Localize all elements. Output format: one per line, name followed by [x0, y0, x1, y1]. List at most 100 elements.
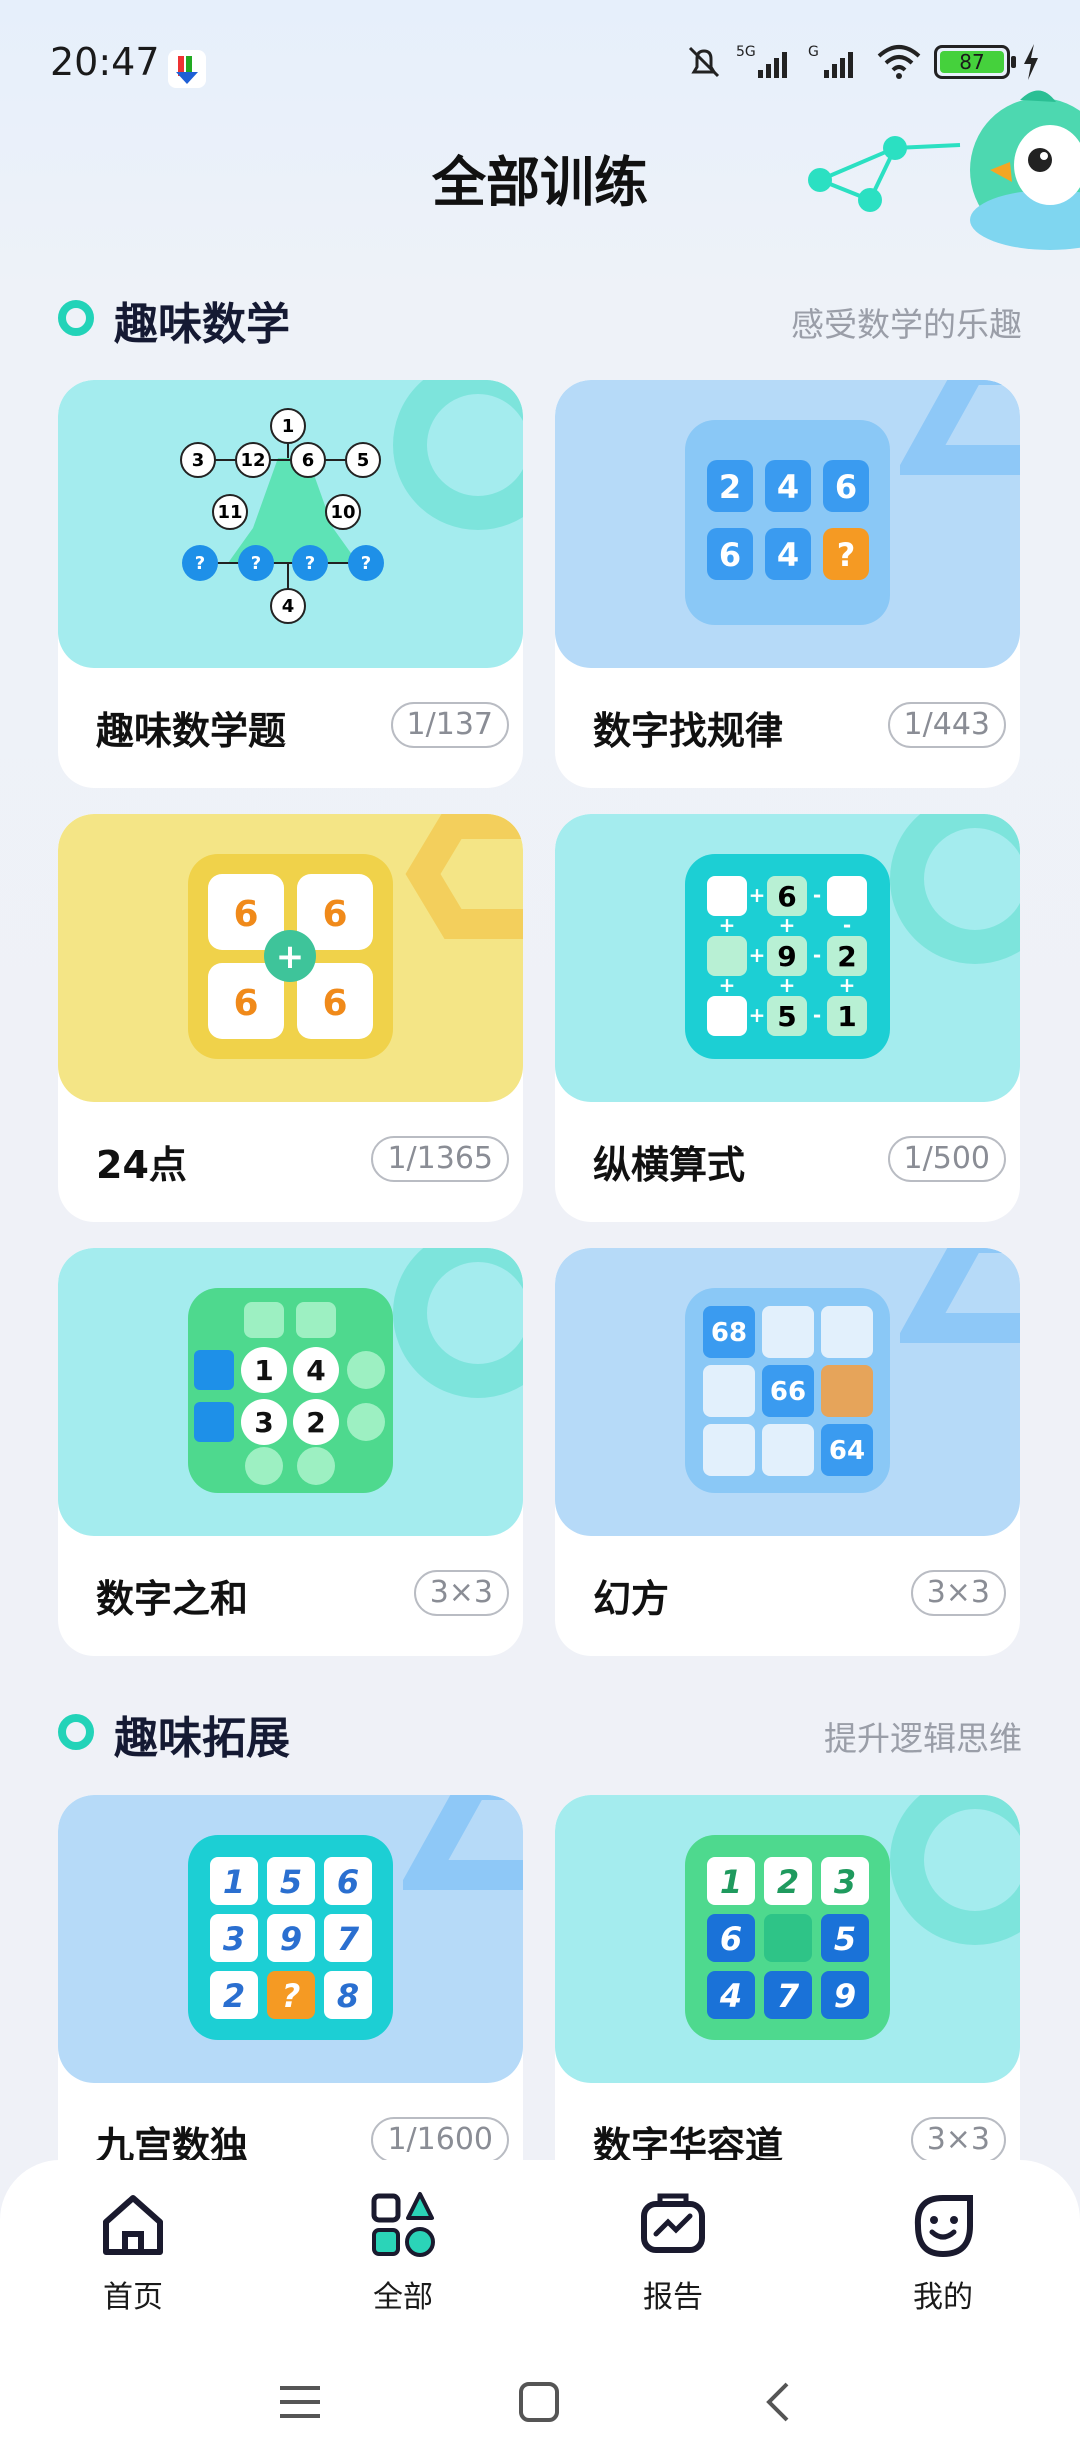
- card-number-pattern[interactable]: 2 4 6 6 4 ? 数字找规律 1/443: [555, 380, 1020, 788]
- star-num: 4: [282, 596, 295, 617]
- sum-num: 3: [254, 1406, 273, 1439]
- points24-num: 6: [233, 983, 258, 1024]
- mute-bell-icon: [688, 46, 720, 78]
- card-art: 6 9 2 5 1 + - + - + - + + - + + +: [555, 814, 1020, 1102]
- star-num: ?: [251, 553, 261, 574]
- card-progress-badge: 1/1600: [371, 2117, 509, 2163]
- star-num: 3: [192, 450, 205, 471]
- sudoku-tile: 1 5 6 3 9 7 2 ? 8: [188, 1835, 393, 2040]
- card-24-points[interactable]: 6 6 6 6 + 24点 1/1365: [58, 814, 523, 1222]
- cross-tile: 6 9 2 5 1 + - + - + - + + - + + +: [685, 854, 890, 1059]
- card-progress-badge: 1/500: [887, 1136, 1006, 1182]
- face-icon: [914, 2195, 973, 2258]
- star-num: 5: [357, 450, 370, 471]
- klotski-num: 3: [834, 1863, 856, 1901]
- card-art: 1 4 3 2: [58, 1248, 523, 1536]
- op-plus: +: [719, 913, 736, 937]
- pattern-num: 2: [719, 468, 741, 506]
- card-progress-badge: 1/1365: [371, 1136, 509, 1182]
- op-minus: -: [813, 943, 821, 967]
- decoration-ring: [393, 1248, 523, 1398]
- sum-num: 2: [306, 1406, 325, 1439]
- points24-num: 6: [322, 983, 347, 1024]
- sudoku-num: 2: [223, 1977, 245, 2015]
- sum-num: 1: [254, 1354, 273, 1387]
- nav-report[interactable]: 报告: [583, 2190, 763, 2316]
- pattern-num: 4: [777, 536, 799, 574]
- decoration-triangle: [403, 1795, 523, 1890]
- cross-num: 2: [837, 940, 856, 973]
- star-num: ?: [361, 553, 371, 574]
- card-title: 数字之和: [96, 1577, 249, 1621]
- card-number-klotski[interactable]: 1 2 3 6 5 4 7 9 数字华容道 3×3: [555, 1795, 1020, 2203]
- number-star-icon: 1 3 12 6 5 11 10 ? ? ? ? 4: [180, 408, 384, 624]
- cross-num: 5: [777, 1000, 796, 1033]
- mascot-bird-icon: [808, 90, 1080, 250]
- card-title: 幻方: [593, 1577, 670, 1621]
- card-fun-math[interactable]: 1 3 12 6 5 11 10 ? ? ? ? 4 趣味数学题 1/137: [58, 380, 523, 788]
- points24-num: 6: [233, 894, 258, 935]
- cross-num: 9: [777, 940, 796, 973]
- klotski-num: 6: [720, 1920, 742, 1958]
- status-time: 20:47: [50, 40, 160, 84]
- card-title: 数字找规律: [593, 709, 784, 753]
- card-art: 2 4 6 6 4 ?: [555, 380, 1020, 668]
- section-subtitle: 提升逻辑思维: [824, 1719, 1022, 1758]
- decoration-ring: [890, 814, 1020, 964]
- sum-tile: 1 4 3 2: [188, 1288, 393, 1493]
- op-plus: +: [779, 913, 796, 937]
- star-num: 11: [217, 502, 242, 523]
- nav-mine[interactable]: 我的: [853, 2190, 1033, 2316]
- card-sudoku[interactable]: 1 5 6 3 9 7 2 ? 8 九宫数独 1/1600: [58, 1795, 523, 2203]
- sudoku-num: ?: [282, 1977, 301, 2015]
- card-title: 纵横算式: [593, 1143, 746, 1187]
- op-plus: +: [749, 1003, 766, 1027]
- magic-tile: 68 66 64: [685, 1288, 890, 1493]
- star-num: 12: [240, 450, 265, 471]
- signal-5g-icon: 5G: [736, 44, 787, 78]
- op-plus: +: [839, 973, 856, 997]
- pattern-num: ?: [837, 536, 856, 574]
- klotski-num: 5: [834, 1920, 856, 1958]
- card-art: 1 2 3 6 5 4 7 9: [555, 1795, 1020, 2083]
- section-header-fun-extension: 趣味拓展 提升逻辑思维: [58, 1700, 1022, 1764]
- home-square-icon[interactable]: [517, 2380, 561, 2424]
- nav-home[interactable]: 首页: [43, 2190, 223, 2316]
- op-minus: -: [843, 913, 851, 937]
- card-size-badge: 3×3: [910, 1570, 1006, 1616]
- card-title: 24点: [96, 1143, 187, 1187]
- section-title: 趣味拓展: [114, 1713, 290, 1764]
- op-plus: +: [719, 973, 736, 997]
- op-plus: +: [749, 943, 766, 967]
- card-art: 68 66 64: [555, 1248, 1020, 1536]
- card-number-sum[interactable]: 1 4 3 2 数字之和 3×3: [58, 1248, 523, 1656]
- nav-all[interactable]: 全部: [313, 2190, 493, 2316]
- decoration-ring: [890, 1795, 1020, 1945]
- card-crossword-math[interactable]: 6 9 2 5 1 + - + - + - + + - + + + 纵横算式 1…: [555, 814, 1020, 1222]
- klotski-num: 2: [777, 1863, 799, 1901]
- sudoku-num: 5: [280, 1863, 302, 1901]
- menu-icon[interactable]: [278, 2380, 322, 2424]
- decoration-ring: [393, 380, 523, 530]
- home-icon: [103, 2195, 163, 2255]
- card-art: 1 3 12 6 5 11 10 ? ? ? ? 4: [58, 380, 523, 668]
- nav-label: 报告: [643, 2280, 703, 2315]
- magic-num: 66: [770, 1377, 806, 1407]
- points24-num: 6: [322, 894, 347, 935]
- sudoku-num: 7: [337, 1920, 360, 1958]
- svg-text:5G: 5G: [736, 44, 756, 60]
- nav-label: 首页: [103, 2280, 163, 2315]
- klotski-num: 1: [720, 1863, 742, 1901]
- klotski-num: 9: [834, 1977, 856, 2015]
- sudoku-num: 9: [280, 1920, 302, 1958]
- sudoku-num: 8: [337, 1977, 359, 2015]
- pattern-num: 4: [777, 468, 799, 506]
- card-art: 6 6 6 6 +: [58, 814, 523, 1102]
- sum-num: 4: [306, 1354, 325, 1387]
- points24-tile: 6 6 6 6 +: [188, 854, 393, 1059]
- back-icon[interactable]: [757, 2380, 801, 2424]
- card-magic-square[interactable]: 68 66 64 幻方 3×3: [555, 1248, 1020, 1656]
- star-num: 10: [330, 502, 355, 523]
- klotski-tile: 1 2 3 6 5 4 7 9: [685, 1835, 890, 2040]
- plus-icon: +: [276, 937, 305, 977]
